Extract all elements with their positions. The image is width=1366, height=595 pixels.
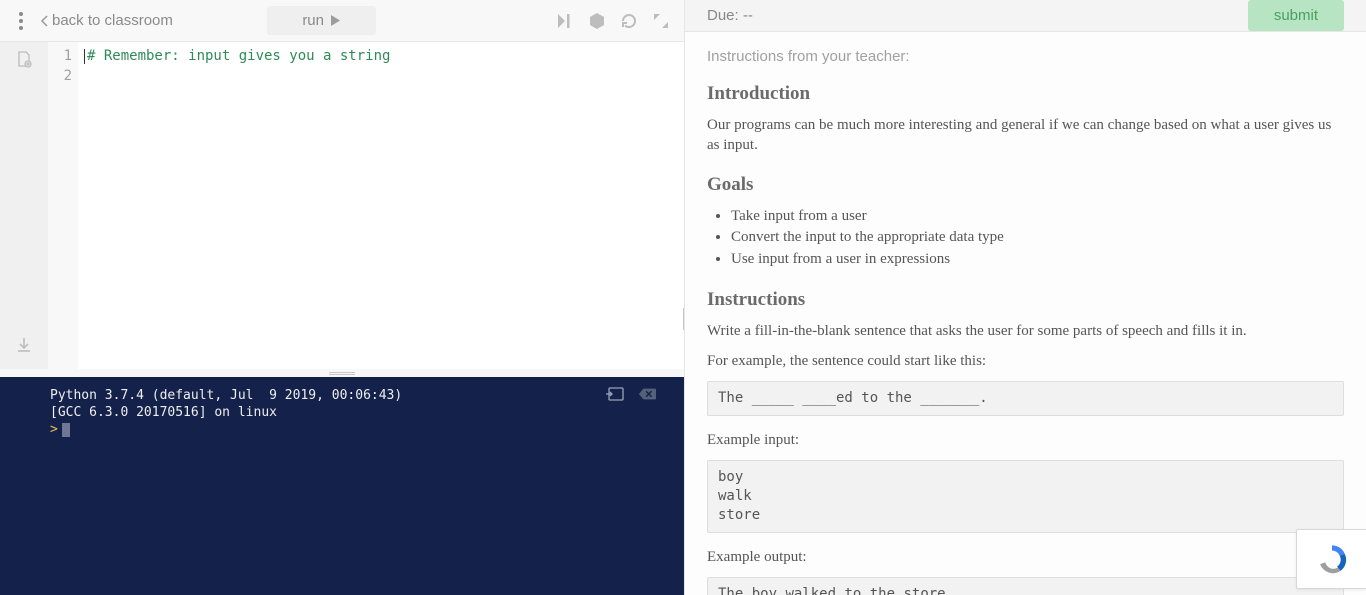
terminal-output: Python 3.7.4 (default, Jul 9 2019, 00:06… <box>50 387 634 438</box>
download-icon[interactable] <box>15 336 33 354</box>
terminal-clear-icon[interactable] <box>638 387 656 401</box>
terminal[interactable]: Python 3.7.4 (default, Jul 9 2019, 00:06… <box>0 377 684 595</box>
line-number: 1 <box>48 46 72 66</box>
line-numbers: 1 2 <box>48 42 78 369</box>
back-to-classroom-link[interactable]: back to classroom <box>40 12 173 29</box>
paragraph: Write a fill-in-the-blank sentence that … <box>707 321 1344 341</box>
list-item: Take input from a user <box>731 206 1344 228</box>
refresh-icon[interactable] <box>620 12 638 30</box>
horizontal-resize-handle[interactable] <box>0 369 684 377</box>
code-example-input: boy walk store <box>707 460 1344 533</box>
submit-label: submit <box>1274 7 1318 24</box>
editor-area: 1 2 # Remember: input gives you a string <box>0 42 684 369</box>
heading-goals: Goals <box>707 174 1344 196</box>
instructions-from-label: Instructions from your teacher: <box>707 48 1344 65</box>
code-example-output: The boy walked to the store. <box>707 577 1344 595</box>
run-label: run <box>302 12 324 29</box>
instructions-pane: Due: -- submit Instructions from your te… <box>684 0 1366 595</box>
code-line: # Remember: input gives you a string <box>87 48 390 64</box>
step-icon[interactable] <box>556 12 574 30</box>
expand-icon[interactable] <box>652 12 670 30</box>
editor-toolbar: back to classroom run <box>0 0 684 42</box>
code-editor[interactable]: 1 2 # Remember: input gives you a string <box>48 42 684 369</box>
goals-list: Take input from a user Convert the input… <box>731 206 1344 271</box>
vertical-resize-handle[interactable] <box>680 308 686 330</box>
paragraph: Example input: <box>707 430 1344 450</box>
recaptcha-badge[interactable] <box>1296 529 1366 589</box>
heading-instructions: Instructions <box>707 289 1344 311</box>
assignment-header: Due: -- submit <box>685 0 1366 32</box>
back-label: back to classroom <box>52 12 173 29</box>
paragraph: Example output: <box>707 547 1344 567</box>
menu-icon[interactable] <box>10 10 32 32</box>
left-pane: back to classroom run 1 2 <box>0 0 684 595</box>
paragraph: Our programs can be much more interestin… <box>707 115 1344 156</box>
code-example-template: The _____ ____ed to the _______. <box>707 381 1344 416</box>
code-content[interactable]: # Remember: input gives you a string <box>78 42 684 369</box>
list-item: Convert the input to the appropriate dat… <box>731 227 1344 249</box>
cube-icon[interactable] <box>588 12 606 30</box>
list-item: Use input from a user in expressions <box>731 249 1344 271</box>
submit-button[interactable]: submit <box>1248 0 1344 31</box>
line-number: 2 <box>48 66 72 86</box>
instructions-content: Instructions from your teacher: Introduc… <box>685 32 1366 595</box>
file-add-icon[interactable] <box>15 50 33 68</box>
terminal-input-icon[interactable] <box>606 387 624 401</box>
run-button[interactable]: run <box>267 6 376 35</box>
terminal-prompt: > <box>50 422 58 437</box>
file-gutter <box>0 42 48 369</box>
paragraph: For example, the sentence could start li… <box>707 351 1344 371</box>
heading-introduction: Introduction <box>707 83 1344 105</box>
due-label: Due: -- <box>707 7 753 24</box>
